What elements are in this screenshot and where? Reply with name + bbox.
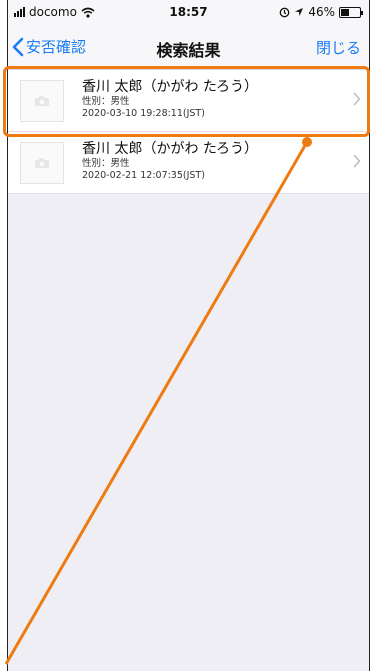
result-text: 香川 太郎（かがわ たろう） 性別：男性 2020-03-10 19:28:11… — [82, 78, 258, 120]
chevron-right-icon — [353, 154, 361, 168]
status-right: 46% — [279, 5, 363, 19]
report-datetime: 2020-02-21 12:07:35(JST) — [82, 170, 205, 181]
photo-placeholder — [20, 142, 64, 184]
location-arrow-icon — [295, 8, 304, 16]
status-bar: docomo 18:57 46% — [8, 0, 369, 26]
person-sex: 性別：男性 — [82, 96, 130, 107]
photo-placeholder — [20, 80, 64, 122]
battery-icon — [339, 6, 363, 18]
person-sex: 性別：男性 — [82, 158, 130, 169]
result-text: 香川 太郎（かがわ たろう） 性別：男性 2020-02-21 12:07:35… — [82, 140, 258, 182]
navigation-bar: 安否確認 検索結果 閉じる — [8, 26, 369, 70]
report-datetime: 2020-03-10 19:28:11(JST) — [82, 108, 205, 119]
result-row[interactable]: 香川 太郎（かがわ たろう） 性別：男性 2020-02-21 12:07:35… — [8, 132, 369, 194]
close-button[interactable]: 閉じる — [316, 37, 361, 58]
alarm-icon — [279, 7, 290, 17]
phone-screen: docomo 18:57 46% 安否確認 検索結果 閉じる 香川 太郎（かがわ… — [7, 0, 370, 671]
chevron-right-icon — [353, 92, 361, 106]
person-name: 香川 太郎（かがわ たろう） — [82, 141, 259, 157]
result-row[interactable]: 香川 太郎（かがわ たろう） 性別：男性 2020-03-10 19:28:11… — [8, 70, 369, 132]
battery-fill — [341, 8, 350, 16]
camera-icon — [35, 158, 49, 168]
search-result-list: 香川 太郎（かがわ たろう） 性別：男性 2020-03-10 19:28:11… — [8, 70, 369, 194]
page-title: 検索結果 — [156, 41, 221, 60]
person-name: 香川 太郎（かがわ たろう） — [82, 79, 259, 95]
camera-icon — [35, 96, 49, 106]
battery-percent: 46% — [308, 5, 335, 19]
